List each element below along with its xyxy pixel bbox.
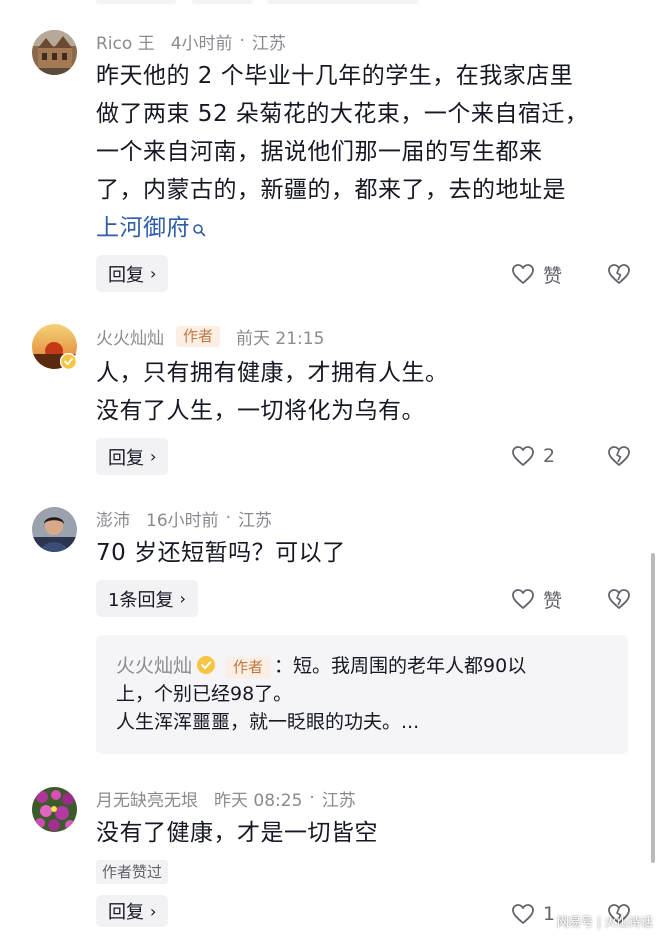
comment-meta: 月无缺亮无垠 昨天 08:25 · 江苏 (96, 786, 356, 811)
username[interactable]: 火火灿灿 (96, 324, 164, 349)
reply-label: 回复 (108, 264, 144, 286)
avatar[interactable] (32, 30, 77, 75)
like-count: 2 (543, 445, 556, 467)
comment-text: 人，只有拥有健康，才拥有人生。 没有了人生，一切将化为乌有。 (96, 354, 626, 430)
username[interactable]: 澎沛 (96, 506, 130, 531)
search-link[interactable]: 上河御府 (96, 215, 190, 241)
reply-preview-card[interactable]: 火火灿灿 作者 ：短。我周围的老年人都90以 上，个别已经98了。 人生浑浑噩噩，就… (96, 635, 628, 754)
dislike-button[interactable] (607, 445, 631, 471)
location: 江苏 (238, 510, 273, 531)
comment-line: 了，内蒙古的，新疆的，都来了，去的地址是 (96, 177, 566, 203)
broken-heart-icon (608, 589, 630, 609)
location: 江苏 (321, 790, 356, 811)
verified-badge-icon (60, 353, 77, 370)
author-tag: 作者 (226, 657, 271, 678)
comment-line: 70 岁还短暂吗？可以了 (96, 540, 346, 566)
reply-button[interactable]: 回复 › (96, 438, 169, 475)
timestamp: 4小时前 (170, 33, 233, 54)
like-button[interactable]: 2 (511, 443, 555, 469)
chevron-right-icon: › (150, 264, 157, 283)
avatar[interactable] (32, 787, 77, 832)
dislike-button[interactable] (607, 588, 631, 614)
heart-outline-icon (512, 264, 534, 284)
scrollbar[interactable] (651, 553, 655, 863)
dislike-button[interactable] (607, 263, 631, 289)
comment-line: 没有了健康，才是一切皆空 (96, 820, 378, 846)
comment-meta: 火火灿灿 作者 前天 21:15 (96, 324, 325, 349)
reply-count-label: 1条回复 (108, 589, 174, 611)
search-icon[interactable] (192, 211, 206, 249)
heart-outline-icon (512, 446, 534, 466)
reply-label: 回复 (108, 902, 144, 923)
meta-separator: · (309, 788, 315, 808)
heart-outline-icon (512, 589, 534, 609)
location: 江苏 (251, 33, 286, 54)
like-count: 1 (543, 903, 556, 925)
reply-line: 人生浑浑噩噩，就一眨眼的功夫。... (116, 711, 420, 733)
like-button[interactable]: 赞 (511, 261, 562, 287)
comment-line: 做了两束 52 朵菊花的大花束，一个来自宿迁， (96, 101, 589, 127)
reply-username[interactable]: 火火灿灿 (116, 655, 192, 677)
reply-button[interactable]: 回复 › (96, 255, 169, 292)
meta-separator: · (239, 31, 245, 51)
comment-line: 一个来自河南，据说他们那一届的写生都来 (96, 139, 543, 165)
heart-outline-icon (512, 904, 534, 924)
like-label: 赞 (543, 589, 563, 612)
avatar[interactable] (32, 507, 77, 552)
like-label: 赞 (543, 264, 563, 287)
previous-comment-actions-cutoff (96, 0, 426, 5)
chevron-right-icon: › (150, 901, 157, 921)
comment-text: 70 岁还短暂吗？可以了 (96, 534, 626, 572)
comment-meta: 澎沛 16小时前 · 江苏 (96, 506, 273, 531)
username[interactable]: Rico 王 (96, 29, 155, 54)
comment-meta: Rico 王 4小时前 · 江苏 (96, 29, 286, 54)
liked-by-author-badge: 作者赞过 (96, 860, 169, 884)
meta-separator: · (225, 508, 232, 528)
reply-line: 火火灿灿 作者 ：短。我周围的老年人都90以 (116, 652, 608, 680)
comment-line: 昨天他的 2 个毕业十几年的学生，在我家店里 (96, 63, 574, 89)
verified-badge-icon (197, 656, 216, 674)
comment-text: 昨天他的 2 个毕业十几年的学生，在我家店里 做了两束 52 朵菊花的大花束，一… (96, 57, 626, 249)
reply-label: 回复 (108, 447, 144, 469)
username[interactable]: 月无缺亮无垠 (96, 786, 198, 811)
chevron-right-icon: › (179, 589, 186, 608)
chevron-right-icon: › (150, 447, 157, 466)
reply-text: ：短。我周围的老年人都90以 (274, 655, 527, 677)
watermark: 网易号 | 火山诗话 (557, 915, 653, 929)
reply-line: 上，个别已经98了。 (116, 683, 293, 705)
timestamp: 昨天 08:25 (214, 790, 303, 811)
comment-line: 没有了人生，一切将化为乌有。 (96, 398, 425, 424)
like-button[interactable]: 1 (511, 901, 555, 927)
like-button[interactable]: 赞 (511, 586, 562, 612)
broken-heart-icon (608, 446, 630, 466)
author-tag: 作者 (176, 325, 221, 347)
comment-text: 没有了健康，才是一切皆空 (96, 814, 626, 852)
comment-line: 人，只有拥有健康，才拥有人生。 (96, 360, 449, 386)
timestamp: 前天 21:15 (236, 328, 325, 349)
view-replies-button[interactable]: 1条回复 › (96, 580, 198, 617)
broken-heart-icon (608, 264, 630, 284)
reply-button[interactable]: 回复 › (96, 895, 169, 927)
timestamp: 16小时前 (146, 510, 219, 531)
